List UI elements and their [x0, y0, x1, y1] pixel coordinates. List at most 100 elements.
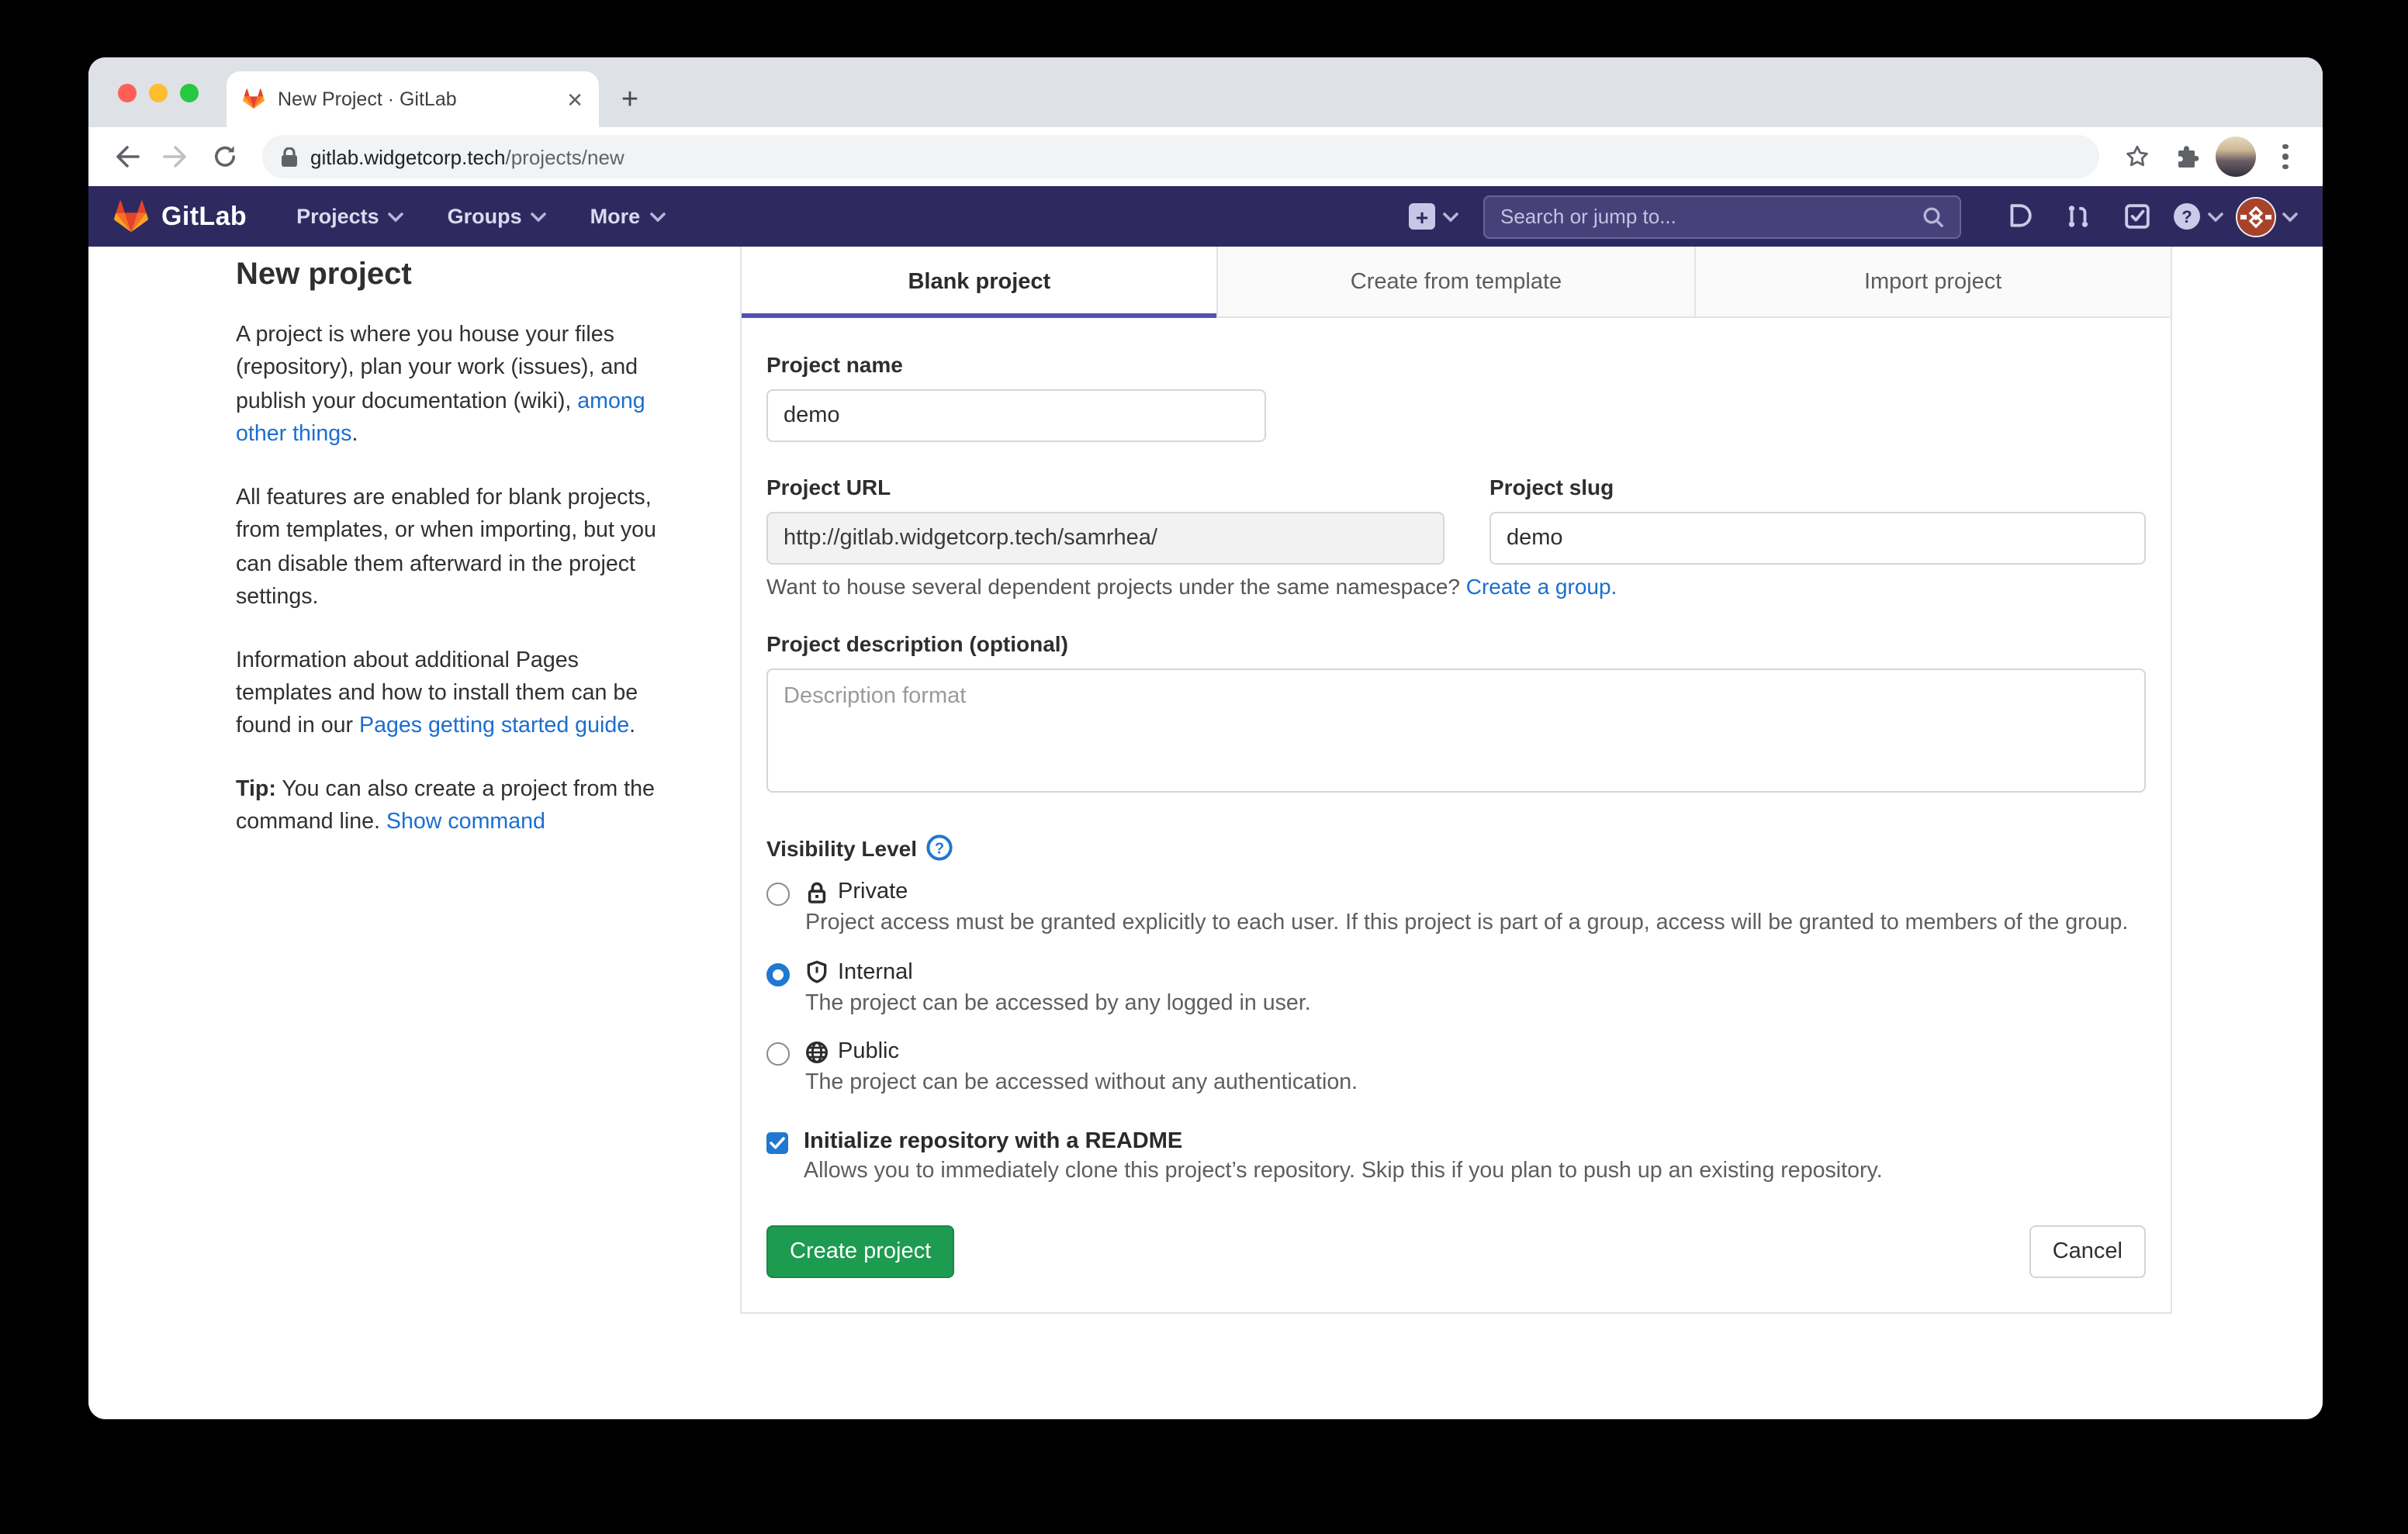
project-slug-input[interactable]: [1489, 512, 2146, 565]
tanuki-icon: [113, 199, 149, 233]
maximize-window-button[interactable]: [180, 83, 199, 102]
help-icon: ?: [2172, 202, 2202, 231]
gitlab-logo[interactable]: GitLab: [113, 199, 247, 233]
chevron-down-icon: [531, 212, 547, 221]
project-url-input[interactable]: [766, 512, 1444, 565]
tab-create-from-template[interactable]: Create from template: [1219, 247, 1696, 316]
gitlab-favicon: [242, 88, 265, 110]
project-name-input[interactable]: [766, 389, 1266, 442]
reload-button[interactable]: [203, 135, 247, 178]
svg-text:?: ?: [935, 840, 944, 857]
user-avatar: [2236, 196, 2276, 237]
visibility-option-public[interactable]: Public The project can be accessed witho…: [766, 1040, 2146, 1100]
readme-label: Initialize repository with a README: [804, 1129, 1883, 1154]
avatar: [2216, 136, 2256, 177]
readme-option[interactable]: Initialize repository with a README Allo…: [766, 1129, 2146, 1183]
kebab-menu-icon: [2267, 144, 2304, 170]
new-tab-button[interactable]: +: [608, 79, 652, 123]
new-project-panel: Blank project Create from template Impor…: [740, 247, 2172, 1314]
minimize-window-button[interactable]: [149, 83, 168, 102]
sidebar-paragraph-1: A project is where you house your files …: [236, 320, 676, 453]
readme-description: Allows you to immediately clone this pro…: [804, 1159, 1883, 1183]
visibility-option-private[interactable]: Private Project access must be granted e…: [766, 879, 2146, 939]
close-tab-icon[interactable]: ✕: [566, 89, 583, 109]
option-description: Project access must be granted explicitl…: [805, 907, 2146, 939]
tab-blank-project[interactable]: Blank project: [742, 247, 1219, 316]
browser-tab[interactable]: New Project · GitLab ✕: [227, 71, 599, 127]
tab-import-project[interactable]: Import project: [1695, 247, 2171, 316]
namespace-hint: Want to house several dependent projects…: [766, 574, 2146, 599]
option-name: Private: [838, 879, 908, 904]
sidebar-help-text: New project A project is where you house…: [236, 257, 676, 869]
sidebar-paragraph-2: All features are enabled for blank proje…: [236, 482, 676, 616]
back-button[interactable]: [104, 135, 147, 178]
forward-arrow-icon: [162, 144, 189, 169]
chevron-down-icon: [389, 212, 404, 221]
issues-button[interactable]: [1995, 193, 2042, 240]
browser-menu-button[interactable]: [2264, 135, 2307, 178]
internal-radio[interactable]: [766, 962, 790, 986]
url-text: gitlab.widgetcorp.tech/projects/new: [310, 145, 624, 168]
sidebar-tip: Tip: You can also create a project from …: [236, 774, 676, 841]
chevron-down-icon: [2208, 212, 2223, 221]
page-title: New project: [236, 257, 676, 293]
todo-check-icon: [2123, 203, 2150, 230]
browser-toolbar: gitlab.widgetcorp.tech/projects/new: [88, 127, 2323, 186]
reload-icon: [213, 144, 237, 169]
option-description: The project can be accessed without any …: [805, 1068, 2146, 1100]
menu-label: Projects: [296, 205, 379, 228]
cancel-button[interactable]: Cancel: [2029, 1225, 2146, 1278]
forward-button[interactable]: [154, 135, 197, 178]
new-item-dropdown[interactable]: +: [1409, 203, 1458, 230]
extensions-button[interactable]: [2164, 135, 2208, 178]
browser-window: New Project · GitLab ✕ + gitlab.widgetco…: [88, 57, 2323, 1419]
create-project-button[interactable]: Create project: [766, 1225, 954, 1278]
menu-label: More: [590, 205, 641, 228]
browser-profile-button[interactable]: [2214, 135, 2258, 178]
readme-checkbox[interactable]: [766, 1132, 788, 1154]
bookmark-button[interactable]: [2115, 135, 2158, 178]
tab-title: New Project · GitLab: [278, 88, 554, 110]
search-placeholder: Search or jump to...: [1500, 205, 1910, 228]
lock-icon: [281, 147, 298, 167]
menu-label: Groups: [448, 205, 522, 228]
todos-button[interactable]: [2113, 193, 2160, 240]
nav-menu-more[interactable]: More: [575, 193, 681, 240]
public-radio[interactable]: [766, 1043, 790, 1066]
show-command-link[interactable]: Show command: [386, 810, 545, 835]
plus-icon: +: [1409, 203, 1435, 230]
page-content: New project A project is where you house…: [88, 247, 2323, 1419]
window-controls[interactable]: [118, 57, 199, 127]
visibility-level-label: Visibility Level ?: [766, 834, 2146, 861]
chevron-down-icon: [2282, 212, 2298, 221]
merge-request-icon: [2064, 203, 2091, 230]
nav-menu-projects[interactable]: Projects: [281, 193, 420, 240]
help-question-icon[interactable]: ?: [926, 834, 953, 861]
private-radio[interactable]: [766, 883, 790, 906]
project-description-label: Project description (optional): [766, 631, 2146, 656]
check-icon: [770, 1137, 785, 1149]
close-window-button[interactable]: [118, 83, 137, 102]
visibility-option-internal[interactable]: Internal The project can be accessed by …: [766, 959, 2146, 1019]
globe-icon: [805, 1041, 829, 1064]
sidebar-paragraph-3: Information about additional Pages templ…: [236, 644, 676, 745]
back-arrow-icon: [112, 144, 139, 169]
project-description-textarea[interactable]: [766, 669, 2146, 793]
brand-name: GitLab: [161, 201, 247, 232]
option-name: Internal: [838, 959, 913, 984]
star-icon: [2123, 144, 2150, 169]
url-path: /projects/new: [506, 145, 624, 168]
pages-guide-link[interactable]: Pages getting started guide: [359, 714, 629, 739]
address-bar[interactable]: gitlab.widgetcorp.tech/projects/new: [262, 135, 2099, 178]
chevron-down-icon: [649, 212, 665, 221]
user-menu[interactable]: [2236, 196, 2298, 237]
browser-tabstrip: New Project · GitLab ✕ +: [88, 57, 2323, 127]
project-slug-label: Project slug: [1489, 475, 2146, 499]
search-input[interactable]: Search or jump to...: [1483, 195, 1961, 238]
help-dropdown[interactable]: ?: [2172, 202, 2223, 231]
project-type-tabs: Blank project Create from template Impor…: [742, 247, 2171, 318]
nav-menu-groups[interactable]: Groups: [432, 193, 562, 240]
create-group-link[interactable]: Create a group.: [1466, 574, 1617, 599]
url-host: gitlab.widgetcorp.tech: [310, 145, 506, 168]
merge-requests-button[interactable]: [2054, 193, 2101, 240]
